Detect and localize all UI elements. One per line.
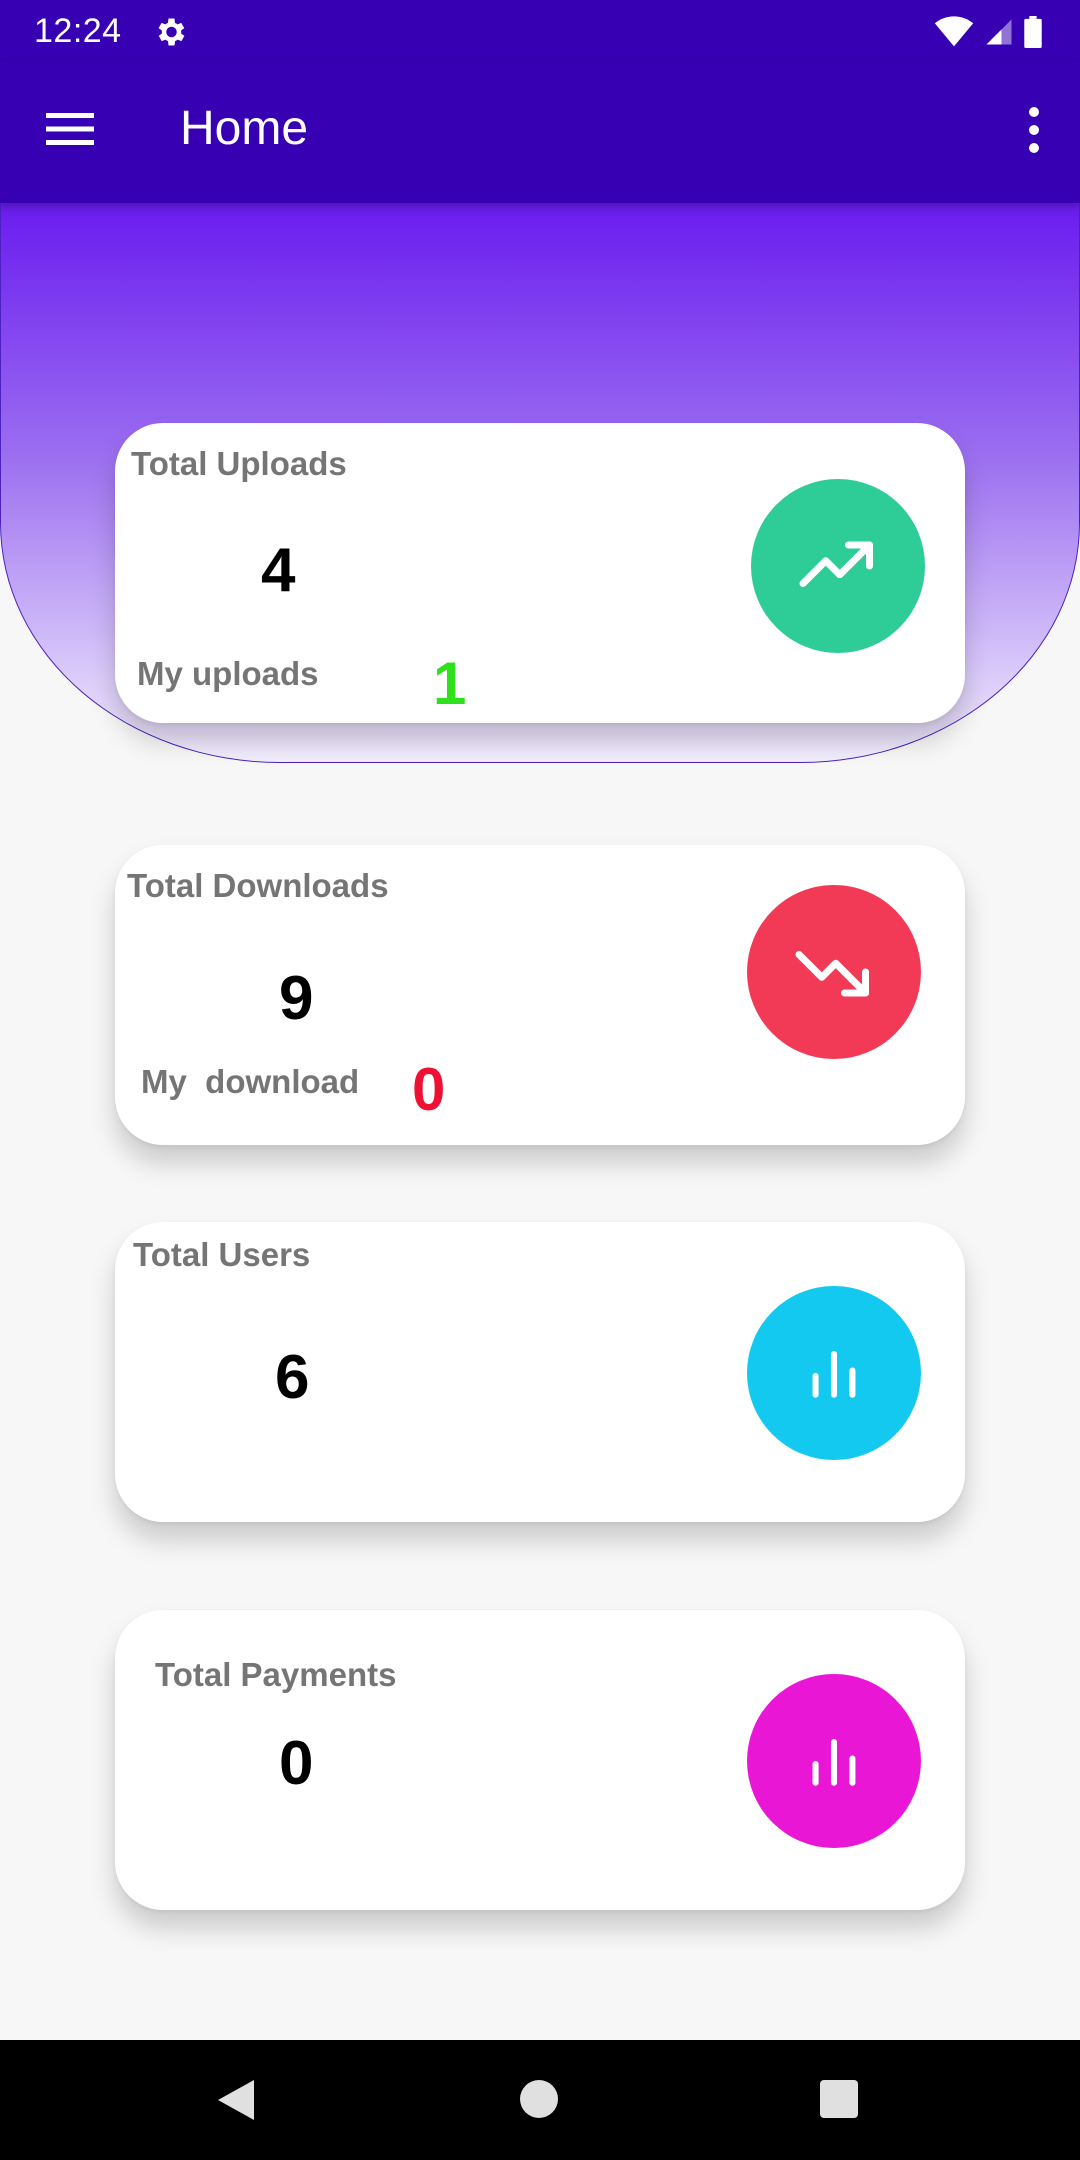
battery-icon	[1024, 16, 1042, 48]
payments-icon-circle	[747, 1674, 921, 1848]
payments-value: 0	[279, 1729, 314, 1798]
downloads-label: Total Downloads	[127, 867, 389, 904]
bar-chart-icon	[812, 1351, 856, 1398]
downloads-value: 9	[279, 964, 314, 1033]
uploads-icon-circle	[751, 479, 925, 653]
uploads-card[interactable]: Total Uploads 4 My uploads 1	[115, 423, 965, 723]
more-options-icon[interactable]	[1024, 105, 1044, 155]
users-icon-circle	[747, 1286, 921, 1460]
page-title: Home	[180, 102, 309, 155]
my-download-label: My download	[141, 1063, 360, 1100]
system-nav-bar	[0, 2040, 1080, 2160]
wifi-icon	[934, 16, 974, 47]
app-bar: Home	[0, 63, 1080, 203]
uploads-value: 4	[261, 536, 296, 605]
home-nav-icon[interactable]	[520, 2080, 558, 2118]
users-value: 6	[275, 1343, 310, 1412]
payments-label: Total Payments	[155, 1656, 397, 1693]
my-uploads-value: 1	[433, 650, 467, 717]
cell-signal-icon	[986, 19, 1012, 45]
bar-chart-icon	[812, 1739, 856, 1786]
downloads-icon-circle	[747, 885, 921, 1059]
trending-down-icon	[795, 951, 869, 997]
trending-up-icon	[799, 541, 873, 587]
my-download-value: 0	[412, 1056, 446, 1123]
users-label: Total Users	[133, 1236, 311, 1273]
status-time: 12:24	[34, 12, 122, 50]
my-uploads-label: My uploads	[137, 655, 319, 692]
back-icon[interactable]	[216, 2078, 256, 2122]
hamburger-menu-icon[interactable]	[46, 109, 94, 149]
users-card[interactable]: Total Users 6	[115, 1222, 965, 1522]
recents-icon[interactable]	[820, 2080, 858, 2118]
uploads-label: Total Uploads	[131, 445, 347, 482]
downloads-card[interactable]: Total Downloads 9 My download 0	[115, 845, 965, 1145]
settings-gear-icon	[158, 18, 185, 46]
payments-card[interactable]: Total Payments 0	[115, 1610, 965, 1910]
status-icons	[934, 14, 1042, 50]
status-bar: 12:24	[0, 0, 1080, 63]
